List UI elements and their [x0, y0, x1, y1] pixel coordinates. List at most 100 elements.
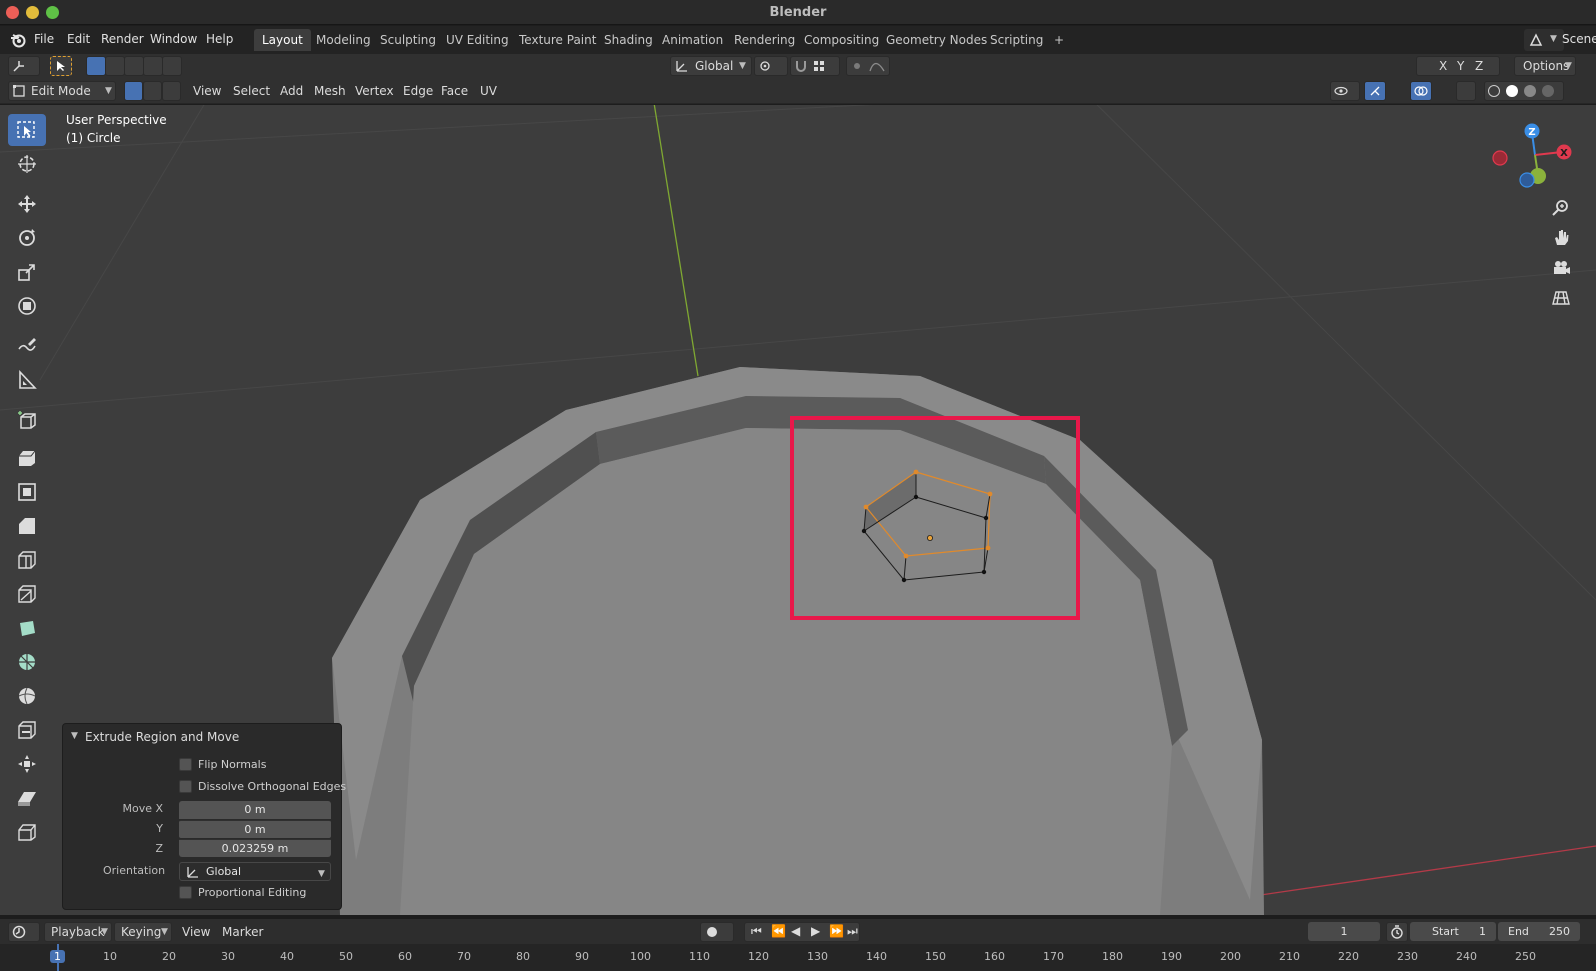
gizmo-toggle[interactable]: [1364, 81, 1386, 101]
menu-window[interactable]: Window: [150, 32, 197, 46]
tab-animation[interactable]: Animation: [654, 29, 731, 51]
operator-title[interactable]: Extrude Region and Move: [85, 730, 239, 744]
mode-intersect-button[interactable]: [162, 56, 182, 76]
tool-cursor[interactable]: [8, 148, 46, 180]
edge-select-mode-button[interactable]: [143, 81, 162, 101]
collapse-triangle-icon[interactable]: ▼: [71, 731, 78, 741]
current-frame-indicator[interactable]: 1: [50, 950, 65, 963]
menu-face[interactable]: Face: [441, 84, 468, 98]
tool-measure[interactable]: [8, 364, 46, 396]
editor-type-button[interactable]: [8, 56, 40, 76]
tool-rip-region[interactable]: [8, 816, 46, 848]
tab-texture-paint[interactable]: Texture Paint: [511, 29, 604, 51]
move-z-field[interactable]: 0.023259 m: [179, 839, 331, 857]
tab-layout[interactable]: Layout: [254, 29, 311, 51]
preview-range-toggle[interactable]: [1386, 922, 1408, 942]
overlays-toggle[interactable]: [1410, 81, 1432, 101]
menu-mesh[interactable]: Mesh: [314, 84, 346, 98]
tool-transform[interactable]: [8, 290, 46, 322]
blender-logo-icon[interactable]: [10, 32, 26, 48]
mode-dropdown[interactable]: Edit Mode ▼: [8, 81, 116, 101]
zoom-view-button[interactable]: [1548, 195, 1574, 221]
mode-subtract-button[interactable]: [124, 56, 144, 76]
dissolve-orthogonal-checkbox[interactable]: [179, 780, 192, 793]
xray-toggle[interactable]: [1456, 81, 1476, 101]
pan-view-button[interactable]: [1548, 225, 1574, 251]
end-frame-field[interactable]: End 250: [1498, 922, 1580, 941]
tool-add-cube[interactable]: [8, 404, 46, 436]
tool-smooth[interactable]: [8, 680, 46, 712]
material-shading-button[interactable]: [1524, 85, 1536, 97]
start-frame-field[interactable]: Start 1: [1410, 922, 1496, 941]
tool-rotate[interactable]: [8, 222, 46, 254]
menu-view[interactable]: View: [193, 84, 221, 98]
rendered-shading-button[interactable]: [1542, 85, 1554, 97]
axis-y-toggle[interactable]: Y: [1457, 59, 1464, 73]
tool-loop-cut[interactable]: [8, 544, 46, 576]
mode-set-button[interactable]: [86, 56, 106, 76]
menu-edge[interactable]: Edge: [403, 84, 433, 98]
menu-help[interactable]: Help: [206, 32, 233, 46]
select-tool-button[interactable]: [50, 56, 72, 76]
tab-compositing[interactable]: Compositing: [796, 29, 887, 51]
solid-shading-button[interactable]: [1506, 85, 1518, 97]
auto-keying-toggle[interactable]: [700, 922, 734, 942]
next-keyframe-icon[interactable]: ⏩: [829, 924, 844, 938]
tool-poly-build[interactable]: [8, 612, 46, 644]
tool-shrink-fatten[interactable]: [8, 748, 46, 780]
scene-selector-button[interactable]: ▼: [1524, 29, 1564, 51]
timeline-editor-type-button[interactable]: [8, 922, 40, 942]
tool-move[interactable]: [8, 188, 46, 220]
tool-knife[interactable]: [8, 578, 46, 610]
pivot-point-dropdown[interactable]: [754, 56, 788, 76]
proportional-editing-toggle[interactable]: [846, 56, 890, 76]
orientation-dropdown[interactable]: Global ▼: [179, 862, 331, 881]
camera-view-button[interactable]: [1548, 255, 1574, 281]
axis-z-toggle[interactable]: Z: [1475, 59, 1483, 73]
menu-add[interactable]: Add: [280, 84, 303, 98]
timeline-view-menu[interactable]: View: [182, 925, 210, 939]
tab-sculpting[interactable]: Sculpting: [372, 29, 444, 51]
face-select-mode-button[interactable]: [162, 81, 181, 101]
add-workspace-button[interactable]: +: [1046, 29, 1072, 51]
tab-scripting[interactable]: Scripting: [982, 29, 1051, 51]
vertex-select-mode-button[interactable]: [124, 81, 143, 101]
menu-edit[interactable]: Edit: [67, 32, 90, 46]
jump-start-icon[interactable]: ⏮: [751, 924, 762, 939]
menu-select[interactable]: Select: [233, 84, 270, 98]
tool-bevel[interactable]: [8, 510, 46, 542]
toggle-ortho-button[interactable]: [1548, 285, 1574, 311]
tool-select-box[interactable]: [8, 114, 46, 146]
current-frame-field[interactable]: 1: [1308, 922, 1380, 941]
move-y-field[interactable]: 0 m: [179, 820, 331, 838]
tab-rendering[interactable]: Rendering: [726, 29, 803, 51]
menu-vertex[interactable]: Vertex: [355, 84, 394, 98]
timeline-ruler[interactable]: 1 10 20 30 40 50 60 70 80 90 100 110 120…: [0, 944, 1596, 971]
menu-file[interactable]: File: [34, 32, 54, 46]
mode-extend-button[interactable]: [105, 56, 125, 76]
tab-shading[interactable]: Shading: [596, 29, 661, 51]
menu-uv[interactable]: UV: [480, 84, 497, 98]
transform-orientation-dropdown[interactable]: Global ▼: [670, 56, 752, 76]
timeline-marker-menu[interactable]: Marker: [222, 925, 263, 939]
tool-annotate[interactable]: [8, 330, 46, 362]
play-reverse-icon[interactable]: ◀: [791, 924, 800, 938]
menu-render[interactable]: Render: [101, 32, 144, 46]
jump-end-icon[interactable]: ⏭: [847, 924, 858, 939]
options-dropdown[interactable]: Options ▼: [1514, 56, 1576, 76]
proportional-editing-checkbox[interactable]: [179, 886, 192, 899]
playback-menu[interactable]: Playback ▼: [44, 922, 112, 942]
scene-name[interactable]: Scene: [1562, 32, 1596, 46]
prev-keyframe-icon[interactable]: ⏪: [771, 924, 786, 938]
axis-x-toggle[interactable]: X: [1439, 59, 1447, 73]
move-x-field[interactable]: 0 m: [179, 801, 331, 819]
tool-inset-faces[interactable]: [8, 476, 46, 508]
tool-shear[interactable]: [8, 782, 46, 814]
mode-invert-button[interactable]: [143, 56, 163, 76]
visibility-dropdown[interactable]: [1330, 81, 1360, 101]
tab-geometry-nodes[interactable]: Geometry Nodes: [878, 29, 995, 51]
tab-uv-editing[interactable]: UV Editing: [438, 29, 517, 51]
tool-extrude-region[interactable]: [8, 442, 46, 474]
tab-modeling[interactable]: Modeling: [308, 29, 379, 51]
wireframe-shading-button[interactable]: [1488, 85, 1500, 97]
